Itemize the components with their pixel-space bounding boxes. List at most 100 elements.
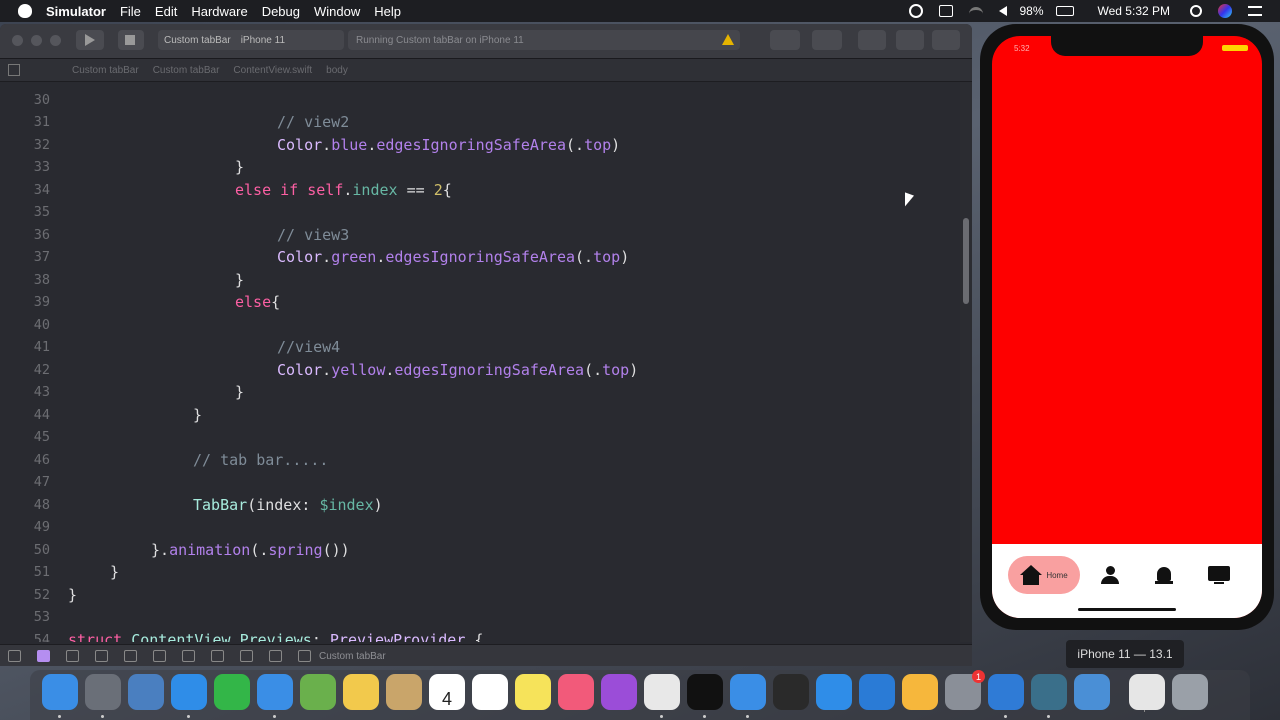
menu-window[interactable]: Window [314, 4, 360, 19]
line-number: 46 [33, 452, 50, 468]
battery-icon[interactable] [1055, 6, 1074, 16]
code-keyword: struct [68, 631, 123, 642]
person-icon [1101, 566, 1119, 584]
facetime-icon[interactable] [214, 674, 250, 710]
zoom-window-button[interactable] [50, 35, 61, 46]
menu-debug[interactable]: Debug [262, 4, 300, 19]
tv-icon[interactable] [687, 674, 723, 710]
sketch-icon[interactable] [902, 674, 938, 710]
safari-icon[interactable] [171, 674, 207, 710]
menu-clock[interactable]: Wed 5:32 PM [1098, 4, 1170, 18]
line-number: 50 [33, 542, 50, 558]
step-out-icon[interactable] [153, 650, 166, 662]
calendar-icon[interactable]: 4 [429, 674, 465, 710]
source-editor[interactable]: 30 31 32 33 34 35 36 37 38 39 40 41 42 4… [0, 82, 958, 642]
app-store-icon[interactable] [816, 674, 852, 710]
menu-hardware[interactable]: Hardware [191, 4, 247, 19]
creative-icon[interactable] [1031, 674, 1067, 710]
minimize-window-button[interactable] [31, 35, 42, 46]
line-number: 48 [33, 497, 50, 513]
breadcrumb-project[interactable]: Custom tabBar [72, 65, 139, 76]
code-method: edgesIgnoringSafeArea [394, 361, 585, 379]
code-comment: // tab bar..... [193, 451, 329, 469]
notes-icon[interactable] [515, 674, 551, 710]
code-line-44: } [193, 406, 203, 424]
tab-home[interactable]: Home [1008, 556, 1080, 594]
tab-notifications[interactable] [1150, 556, 1178, 594]
edge-icon[interactable] [988, 674, 1024, 710]
notification-center-icon[interactable] [1248, 6, 1262, 16]
warning-icon[interactable] [722, 34, 734, 45]
environment-overrides-icon[interactable] [240, 650, 253, 662]
simulator-screen[interactable]: 5:32 Home [992, 36, 1262, 618]
photos-icon[interactable] [343, 674, 379, 710]
maps-icon[interactable] [300, 674, 336, 710]
code-keyword: if [280, 181, 299, 199]
code-type: Color [277, 136, 323, 154]
contacts-icon[interactable] [386, 674, 422, 710]
navigator-toggle-button[interactable] [858, 30, 886, 50]
menu-edit[interactable]: Edit [155, 4, 177, 19]
line-number: 32 [33, 137, 50, 153]
close-window-button[interactable] [12, 35, 23, 46]
siri-icon[interactable] [1218, 4, 1232, 18]
chrome-icon[interactable] [644, 674, 680, 710]
breadcrumb-symbol[interactable]: body [326, 65, 348, 76]
debug-area-toggle-button[interactable] [896, 30, 924, 50]
finder-icon[interactable] [42, 674, 78, 710]
step-into-icon[interactable] [124, 650, 137, 662]
spotlight-icon[interactable] [1190, 5, 1202, 17]
reminders-icon[interactable] [472, 674, 508, 710]
stop-button[interactable] [118, 30, 144, 50]
line-number: 36 [33, 227, 50, 243]
breakpoints-icon[interactable] [37, 650, 50, 662]
final-cut-icon[interactable] [773, 674, 809, 710]
breadcrumb-file[interactable]: ContentView.swift [233, 65, 312, 76]
tab-screen[interactable] [1204, 556, 1234, 594]
running-indicator [101, 715, 104, 718]
code-line-50: }.animation(.spring()) [151, 541, 350, 559]
music-icon[interactable] [558, 674, 594, 710]
podcasts-icon[interactable] [601, 674, 637, 710]
volume-icon[interactable] [999, 6, 1008, 16]
menu-app-name[interactable]: Simulator [46, 4, 106, 19]
inspector-toggle-button[interactable] [932, 30, 960, 50]
tab-profile[interactable] [1096, 556, 1124, 594]
apple-menu-icon[interactable] [18, 4, 32, 18]
messages-icon[interactable] [257, 674, 293, 710]
trash-icon[interactable] [1172, 674, 1208, 710]
run-button[interactable] [76, 30, 104, 50]
record-icon[interactable] [909, 4, 924, 18]
menu-help[interactable]: Help [374, 4, 401, 19]
code-line-51: } [110, 563, 120, 581]
screen-icon[interactable] [939, 5, 954, 17]
launchpad-icon[interactable] [85, 674, 121, 710]
editor-scroll-thumb[interactable] [963, 218, 969, 304]
library-button[interactable] [770, 30, 800, 50]
memory-graph-icon[interactable] [211, 650, 224, 662]
wifi-icon[interactable] [969, 6, 984, 16]
code-label: index [256, 496, 302, 514]
scheme-selector[interactable]: Custom tabBar iPhone 11 [158, 30, 344, 50]
simulator-icon[interactable] [1074, 674, 1110, 710]
xcode-icon[interactable] [730, 674, 766, 710]
home-indicator[interactable] [1078, 608, 1176, 611]
location-icon[interactable] [269, 650, 282, 662]
menu-file[interactable]: File [120, 4, 141, 19]
running-indicator [703, 715, 706, 718]
preview-icon[interactable] [128, 674, 164, 710]
line-number: 42 [33, 362, 50, 378]
hide-debug-area-icon[interactable] [8, 650, 21, 662]
xcode-toolbar: Custom tabBar iPhone 11 Running Custom t… [0, 24, 972, 59]
editor-scrollbar[interactable] [960, 82, 972, 642]
step-over-icon[interactable] [95, 650, 108, 662]
debug-bar: Custom tabBar [0, 644, 972, 666]
view-hierarchy-icon[interactable] [182, 650, 195, 662]
vscode-icon[interactable] [859, 674, 895, 710]
related-items-icon[interactable] [8, 64, 20, 76]
documents-icon[interactable] [1129, 674, 1165, 710]
pause-icon[interactable] [66, 650, 79, 662]
code-review-button[interactable] [812, 30, 842, 50]
system-preferences-icon[interactable]: 1 [945, 670, 985, 710]
breadcrumb-group[interactable]: Custom tabBar [153, 65, 220, 76]
